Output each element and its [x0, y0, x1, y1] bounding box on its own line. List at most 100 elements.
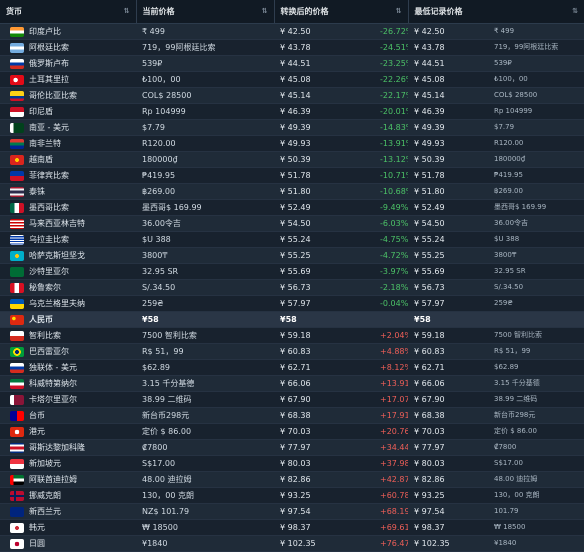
- lowest-original-price: 48.00 迪拉姆: [490, 471, 584, 488]
- sort-icon[interactable]: ⇅: [124, 0, 130, 23]
- table-row[interactable]: 科威特第纳尔3.15 千分基德¥ 66.06+13.91%¥ 66.063.15…: [0, 375, 584, 392]
- flag-vietnam-icon: [10, 154, 24, 165]
- price-difference-percent: -22.26%: [340, 71, 408, 88]
- table-row[interactable]: 俄罗斯卢布539₽¥ 44.51-23.25%¥ 44.51539₽: [0, 55, 584, 72]
- table-row[interactable]: 日圆¥1840¥ 102.35+76.47%¥ 102.35¥1840: [0, 535, 584, 552]
- lowest-converted-price: ¥ 62.71: [408, 359, 490, 376]
- lowest-original-price: 130，00 克朗: [490, 487, 584, 504]
- price-difference-percent: -2.18%: [340, 279, 408, 296]
- header-lowest-price[interactable]: 最低记录价格 ⇅: [407, 0, 584, 24]
- table-row[interactable]: 新西兰元NZ$ 101.79¥ 97.54+68.19%¥ 97.54101.7…: [0, 503, 584, 520]
- lowest-original-price: 101.79: [490, 503, 584, 520]
- table-row[interactable]: 乌克兰格里夫纳 259₴ ¥ 57.97 -0.04% ¥ 57.97 259₴: [0, 295, 584, 312]
- table-row[interactable]: 南亚 - 美元$7.79¥ 49.39-14.83%¥ 49.39$7.79: [0, 119, 584, 136]
- current-price: 36.00令吉: [136, 215, 274, 232]
- price-difference-percent: +17.91%: [340, 407, 408, 424]
- flag-philippines-icon: [10, 170, 24, 181]
- lowest-original-price: S$17.00: [490, 455, 584, 472]
- table-row[interactable]: 土耳其里拉₺100，00¥ 45.08-22.26%¥ 45.08₺100，00: [0, 71, 584, 88]
- converted-price: ¥ 50.39: [274, 151, 340, 168]
- lowest-converted-price: ¥ 67.90: [408, 391, 490, 408]
- table-row[interactable]: 独联体 - 美元$62.89¥ 62.71+8.12%¥ 62.71$62.89: [0, 359, 584, 376]
- lowest-converted-price: ¥58: [408, 311, 490, 328]
- currency-name: 南非兰特: [29, 139, 61, 148]
- currency-name: 日圆: [29, 539, 45, 548]
- table-row[interactable]: 墨西哥比索 墨西哥$ 169.99 ¥ 52.49 -9.49% ¥ 52.49 墨西哥$…: [0, 199, 584, 216]
- currency-cell: 俄罗斯卢布: [0, 55, 136, 72]
- lowest-original-price: $7.79: [490, 119, 584, 136]
- sort-icon[interactable]: ⇅: [396, 0, 402, 23]
- table-row[interactable]: 哥伦比亚比索COL$ 28500¥ 45.14-22.17%¥ 45.14COL…: [0, 87, 584, 104]
- currency-name: 越南盾: [29, 155, 53, 164]
- lowest-converted-price: ¥ 55.69: [408, 263, 490, 280]
- lowest-converted-price: ¥ 49.39: [408, 119, 490, 136]
- header-converted-price[interactable]: 转换后的价格 ⇅: [273, 0, 408, 24]
- current-price: 48.00 迪拉姆: [136, 471, 274, 488]
- table-row[interactable]: 阿根廷比索719，99阿根廷比索¥ 43.78-24.51%¥ 43.78719…: [0, 39, 584, 56]
- table-row[interactable]: 港元定价 $ 86.00¥ 70.03+20.76%¥ 70.03定价 $ 86…: [0, 423, 584, 440]
- sort-icon[interactable]: ⇅: [572, 0, 578, 23]
- price-difference-percent: -26.72%: [340, 23, 408, 40]
- price-difference-percent: +13.91%: [340, 375, 408, 392]
- table-row[interactable]: 印尼盾Rp 104999¥ 46.39-20.01%¥ 46.39Rp 1049…: [0, 103, 584, 120]
- converted-price: ¥ 77.97: [274, 439, 340, 456]
- converted-price: ¥ 51.80: [274, 183, 340, 200]
- table-row[interactable]: 韩元₩ 18500¥ 98.37+69.61%¥ 98.37₩ 18500: [0, 519, 584, 536]
- price-difference-percent: +60.78%: [340, 487, 408, 504]
- header-currency[interactable]: 货币 ⇅: [0, 0, 136, 24]
- currency-name: 乌克兰格里夫纳: [29, 299, 85, 308]
- table-row[interactable]: 智利比索7500 智利比索¥ 59.18+2.04%¥ 59.187500 智利…: [0, 327, 584, 344]
- converted-price: ¥ 49.39: [274, 119, 340, 136]
- lowest-original-price: $62.89: [490, 359, 584, 376]
- table-row[interactable]: 乌拉圭比索 $U 388 ¥ 55.24 -4.75% ¥ 55.24 $U 388: [0, 231, 584, 248]
- table-row[interactable]: 马来西亚林吉特 36.00令吉 ¥ 54.50 -6.03% ¥ 54.50 36.00令…: [0, 215, 584, 232]
- currency-name: 乌拉圭比索: [29, 235, 69, 244]
- lowest-converted-price: ¥ 45.08: [408, 71, 490, 88]
- price-difference-percent: -4.75%: [340, 231, 408, 248]
- table-row[interactable]: 阿联酋迪拉姆48.00 迪拉姆¥ 82.86+42.87%¥ 82.8648.0…: [0, 471, 584, 488]
- converted-price: ¥ 55.69: [274, 263, 340, 280]
- lowest-original-price: 新台币298元: [490, 407, 584, 424]
- lowest-original-price: S/.34.50: [490, 279, 584, 296]
- table-row[interactable]: 泰铢฿269.00¥ 51.80-10.68%¥ 51.80฿269.00: [0, 183, 584, 200]
- flag-taiwan-icon: [10, 410, 24, 421]
- lowest-original-price: ¥1840: [490, 535, 584, 552]
- currency-cell: 沙特里亚尔: [0, 263, 136, 280]
- table-row[interactable]: 巴西雷亚尔R$ 51，99¥ 60.83+4.88%¥ 60.83R$ 51，9…: [0, 343, 584, 360]
- table-row[interactable]: 台币新台币298元¥ 68.38+17.91%¥ 68.38新台币298元: [0, 407, 584, 424]
- currency-cell: 人民币: [0, 311, 136, 328]
- table-body: 印度卢比₹ 499¥ 42.50-26.72%¥ 42.50₹ 499阿根廷比索…: [0, 23, 584, 552]
- currency-name: 菲律宾比索: [29, 171, 69, 180]
- table-row[interactable]: 人民币 ¥58 ¥58 ¥58: [0, 311, 584, 328]
- table-row[interactable]: 挪威克朗130，00 克朗¥ 93.25+60.78%¥ 93.25130，00…: [0, 487, 584, 504]
- converted-price: ¥ 67.90: [274, 391, 340, 408]
- table-row[interactable]: 越南盾180000₫¥ 50.39-13.12%¥ 50.39180000₫: [0, 151, 584, 168]
- table-row[interactable]: 印度卢比₹ 499¥ 42.50-26.72%¥ 42.50₹ 499: [0, 23, 584, 40]
- flag-indonesia-icon: [10, 106, 24, 117]
- table-row[interactable]: 秘鲁索尔 S/.34.50 ¥ 56.73 -2.18% ¥ 56.73 S/.34.50: [0, 279, 584, 296]
- table-row[interactable]: 哈萨克斯坦坚戈 3800₸ ¥ 55.25 -4.72% ¥ 55.25 3800₸: [0, 247, 584, 264]
- table-row[interactable]: 卡塔尔里亚尔38.99 二维码¥ 67.90+17.07%¥ 67.9038.9…: [0, 391, 584, 408]
- lowest-original-price: ₩ 18500: [490, 519, 584, 536]
- table-row[interactable]: 南非兰特R120.00¥ 49.93-13.91%¥ 49.93R120.00: [0, 135, 584, 152]
- currency-name: 港元: [29, 427, 45, 436]
- flag-china-icon: [10, 314, 24, 325]
- header-current-price[interactable]: 当前价格 ⇅: [135, 0, 274, 24]
- currency-cell: 哥斯达黎加科隆: [0, 439, 136, 456]
- lowest-original-price: R$ 51，99: [490, 343, 584, 360]
- sort-icon[interactable]: ⇅: [262, 0, 268, 23]
- flag-qatar-icon: [10, 394, 24, 405]
- current-price: ¥58: [136, 311, 274, 328]
- table-row[interactable]: 哥斯达黎加科隆₡7800¥ 77.97+34.44%¥ 77.97₡7800: [0, 439, 584, 456]
- table-row[interactable]: 沙特里亚尔 32.95 SR ¥ 55.69 -3.97% ¥ 55.69 32.95 S…: [0, 263, 584, 280]
- table-row[interactable]: 菲律宾比索₱419.95¥ 51.78-10.71%¥ 51.78₱419.95: [0, 167, 584, 184]
- current-price: S$17.00: [136, 455, 274, 472]
- price-difference-percent: +42.87%: [340, 471, 408, 488]
- current-price: ₹ 499: [136, 23, 274, 40]
- currency-cell: 南非兰特: [0, 135, 136, 152]
- current-price: S/.34.50: [136, 279, 274, 296]
- converted-price: ¥58: [274, 311, 340, 328]
- currency-cell: 日圆: [0, 535, 136, 552]
- lowest-converted-price: ¥ 66.06: [408, 375, 490, 392]
- table-row[interactable]: 新加坡元S$17.00¥ 80.03+37.98%¥ 80.03S$17.00: [0, 455, 584, 472]
